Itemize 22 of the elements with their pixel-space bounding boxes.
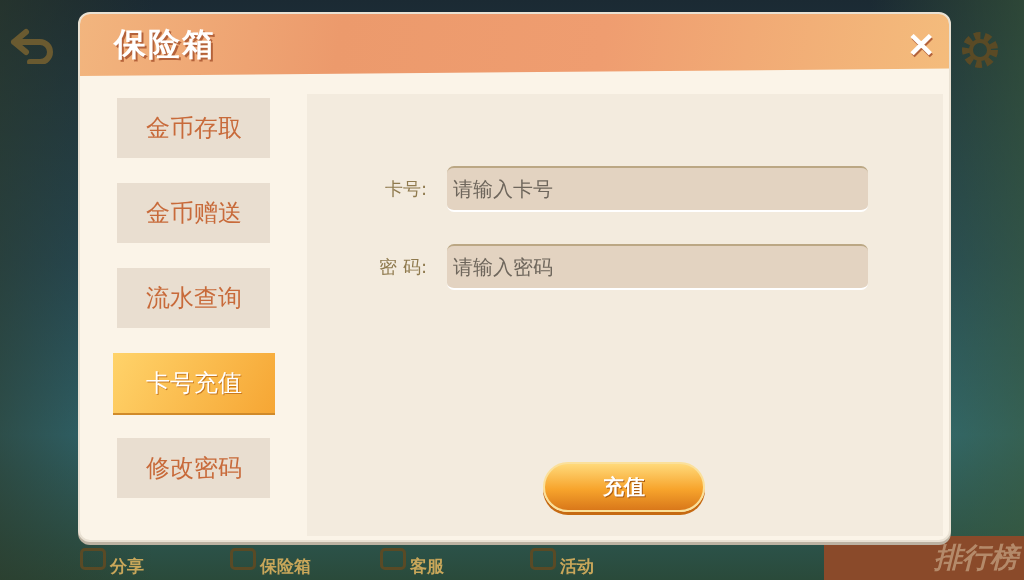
field-label: 密 码:: [378, 255, 428, 279]
input-field[interactable]: 请输入卡号: [447, 166, 868, 212]
menu-tab[interactable]: 金币存取: [117, 98, 270, 158]
bar-icon[interactable]: [80, 548, 106, 570]
recharge-button[interactable]: 充值: [543, 462, 705, 512]
settings-icon[interactable]: [960, 30, 1000, 70]
bar-icon[interactable]: [380, 548, 406, 570]
bar-icon[interactable]: [230, 548, 256, 570]
bottom-bar-label[interactable]: 保险箱: [260, 555, 311, 578]
menu-tab[interactable]: 修改密码: [117, 438, 270, 498]
input-field[interactable]: 请输入密码: [447, 244, 868, 290]
dialog-title: 保险箱: [114, 24, 216, 65]
menu-tab[interactable]: 卡号充值: [112, 353, 275, 413]
bottom-bar-label[interactable]: 活动: [560, 555, 594, 578]
bottom-bar-label[interactable]: 分享: [110, 555, 144, 578]
back-arrow-icon[interactable]: [10, 28, 56, 64]
menu-tab[interactable]: 流水查询: [117, 268, 270, 328]
bottom-bar-label[interactable]: 客服: [410, 555, 444, 578]
field-label: 卡号:: [383, 177, 428, 201]
close-button[interactable]: ✕: [903, 25, 939, 65]
bar-icon[interactable]: [530, 548, 556, 570]
menu-tab[interactable]: 金币赠送: [117, 183, 270, 243]
